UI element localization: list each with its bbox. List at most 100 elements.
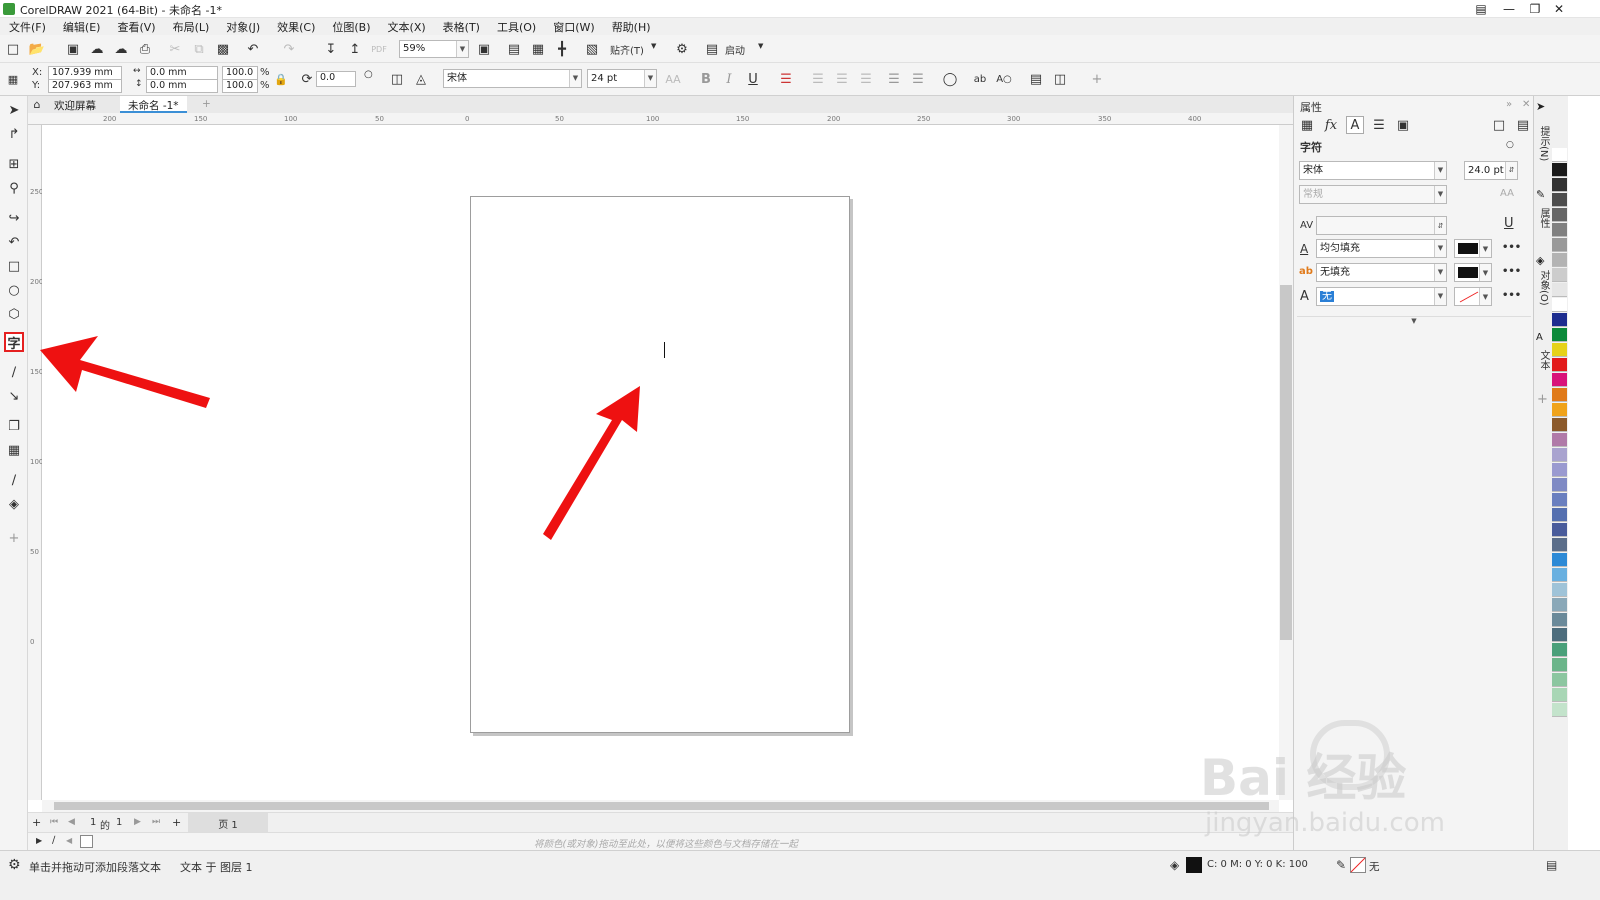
copy-icon[interactable]: ⧉ <box>190 40 208 58</box>
palette-swatch[interactable] <box>1552 478 1567 492</box>
open-folder-icon[interactable]: 📂 <box>28 40 46 58</box>
full-screen-icon[interactable]: ▣ <box>475 40 493 58</box>
new-document-icon[interactable]: □ <box>4 40 22 58</box>
snap-chevron-down-icon[interactable]: ▼ <box>651 42 656 50</box>
docker-expand-icon[interactable]: » <box>1506 99 1512 110</box>
mirror-horizontal-icon[interactable]: ◫ <box>388 70 406 88</box>
horizontal-ruler[interactable]: 200 150 100 50 0 50 100 150 200 250 300 350 400 <box>28 113 1293 125</box>
show-guidelines-icon[interactable]: ╋ <box>553 40 571 58</box>
menu-edit[interactable]: 编辑(E) <box>54 18 109 35</box>
palette-swatch[interactable] <box>1552 418 1567 432</box>
underline-icon[interactable]: U <box>744 70 762 88</box>
undo-icon[interactable]: ↶ <box>244 40 262 58</box>
y-position-input[interactable]: 207.963 mm <box>48 79 122 93</box>
horizontal-scrollbar[interactable] <box>42 800 1279 812</box>
drop-cap-icon[interactable]: ☰ <box>857 70 875 88</box>
settings-gear-icon[interactable]: ⚙ <box>673 40 691 58</box>
docker-tab-properties[interactable]: 属性 <box>1536 208 1551 228</box>
edit-text-icon[interactable]: ab <box>971 70 989 88</box>
palette-swatch[interactable] <box>1552 583 1567 597</box>
effects-tab-icon[interactable]: fx <box>1322 116 1340 134</box>
crop-tool-icon[interactable]: ⊞ <box>4 154 24 174</box>
home-icon[interactable]: ⌂ <box>28 96 46 113</box>
launch-chevron-down-icon[interactable]: ▼ <box>758 42 763 50</box>
add-page-after-icon[interactable]: + <box>172 816 181 829</box>
background-color-picker[interactable]: ▼ <box>1454 263 1492 282</box>
docker-close-icon[interactable]: ✕ <box>1522 99 1530 110</box>
mirror-vertical-icon[interactable]: ◬ <box>412 70 430 88</box>
panel-font-style-dropdown[interactable]: 常规 ▼ <box>1299 185 1447 204</box>
outline-type-dropdown[interactable]: 无 ▼ <box>1316 287 1447 306</box>
palette-swatch[interactable] <box>1552 208 1567 222</box>
panel-font-size-input[interactable]: 24.0 pt ⇵ <box>1464 161 1518 180</box>
no-color-swatch[interactable] <box>80 835 93 848</box>
zoom-tool-icon[interactable]: ⚲ <box>4 178 24 198</box>
tab-add-button[interactable]: + <box>194 96 219 113</box>
palette-swatch[interactable] <box>1552 538 1567 552</box>
curve-tool-icon[interactable]: ↶ <box>4 232 24 252</box>
transparency-tool-icon[interactable]: ▦ <box>4 440 24 460</box>
palette-swatch[interactable] <box>1552 673 1567 687</box>
palette-swatch[interactable] <box>1552 658 1567 672</box>
palette-swatch[interactable] <box>1552 388 1567 402</box>
kerning-input[interactable]: ⇵ <box>1316 216 1447 235</box>
width-input[interactable]: 0.0 mm <box>146 66 218 80</box>
launch-label[interactable]: 启动 <box>725 42 745 57</box>
font-family-dropdown[interactable]: 宋体 ▼ <box>443 69 582 88</box>
bold-icon[interactable]: B <box>697 70 715 88</box>
status-fill-swatch[interactable] <box>1186 857 1202 873</box>
palette-swatch[interactable] <box>1552 358 1567 372</box>
palette-swatch[interactable] <box>1552 343 1567 357</box>
docker-tab-text[interactable]: 文本 <box>1536 350 1551 370</box>
freehand-tool-icon[interactable]: ↪ <box>4 208 24 228</box>
palette-swatch[interactable] <box>1552 628 1567 642</box>
close-button[interactable]: ✕ <box>1546 0 1572 18</box>
cut-icon[interactable]: ✂ <box>166 40 184 58</box>
restore-button[interactable]: ❐ <box>1522 0 1548 18</box>
ellipse-tool-icon[interactable]: ○ <box>4 280 24 300</box>
x-position-input[interactable]: 107.939 mm <box>48 66 122 80</box>
font-size-increase-icon[interactable]: AA <box>664 70 682 88</box>
add-docker-icon[interactable]: + <box>1537 392 1548 407</box>
redo-icon[interactable]: ↷ <box>280 40 298 58</box>
menu-help[interactable]: 帮助(H) <box>603 18 659 35</box>
zoom-level-dropdown[interactable]: 59% ▼ <box>399 40 469 58</box>
palette-options-icon[interactable]: ◀ <box>66 836 72 845</box>
snap-to-label[interactable]: 贴齐(T) <box>610 42 644 57</box>
section-options-icon[interactable]: ○ <box>1506 140 1514 150</box>
tab-welcome-screen[interactable]: 欢迎屏幕 <box>46 96 104 113</box>
palette-swatch[interactable] <box>1552 373 1567 387</box>
export-icon[interactable]: ↥ <box>346 40 364 58</box>
save-icon[interactable]: ▣ <box>64 40 82 58</box>
increase-indent-icon[interactable]: ☰ <box>909 70 927 88</box>
fill-more-icon[interactable]: ••• <box>1502 242 1521 253</box>
palette-swatch[interactable] <box>1552 598 1567 612</box>
first-page-icon[interactable]: ⏮ <box>50 817 58 827</box>
launch-icon[interactable]: ▤ <box>703 40 721 58</box>
next-page-icon[interactable]: ▶ <box>134 817 141 827</box>
parallel-dimension-tool-icon[interactable]: ∕ <box>4 362 24 382</box>
palette-swatch[interactable] <box>1552 643 1567 657</box>
status-outline-swatch[interactable] <box>1350 857 1366 873</box>
rotation-angle-input[interactable]: 0.0 <box>316 71 356 87</box>
palette-swatch[interactable] <box>1552 178 1567 192</box>
palette-swatch[interactable] <box>1552 403 1567 417</box>
docker-tab-objects[interactable]: 对象(O) <box>1536 270 1551 306</box>
cloud-upload-icon[interactable]: ☁ <box>112 40 130 58</box>
panel-font-dropdown[interactable]: 宋体 ▼ <box>1299 161 1447 180</box>
connector-tool-icon[interactable]: ↘ <box>4 386 24 406</box>
eyedropper-icon[interactable]: ∕ <box>52 835 55 846</box>
eyedropper-tool-icon[interactable]: ∕ <box>4 470 24 490</box>
background-more-icon[interactable]: ••• <box>1502 266 1521 277</box>
menu-object[interactable]: 对象(J) <box>217 18 268 35</box>
palette-swatch[interactable] <box>1552 328 1567 342</box>
add-icon[interactable]: + <box>1088 70 1106 88</box>
cloud-download-icon[interactable]: ☁ <box>88 40 106 58</box>
interactive-fill-tool-icon[interactable]: ◈ <box>4 494 24 514</box>
menu-view[interactable]: 查看(V) <box>108 18 163 35</box>
minimize-button[interactable]: — <box>1496 0 1522 18</box>
vertical-scrollbar[interactable] <box>1279 125 1293 800</box>
expand-section-chevron-icon[interactable]: ▼ <box>1297 316 1531 330</box>
palette-swatch[interactable] <box>1552 283 1567 297</box>
frame-icon[interactable]: □ <box>1490 116 1508 134</box>
